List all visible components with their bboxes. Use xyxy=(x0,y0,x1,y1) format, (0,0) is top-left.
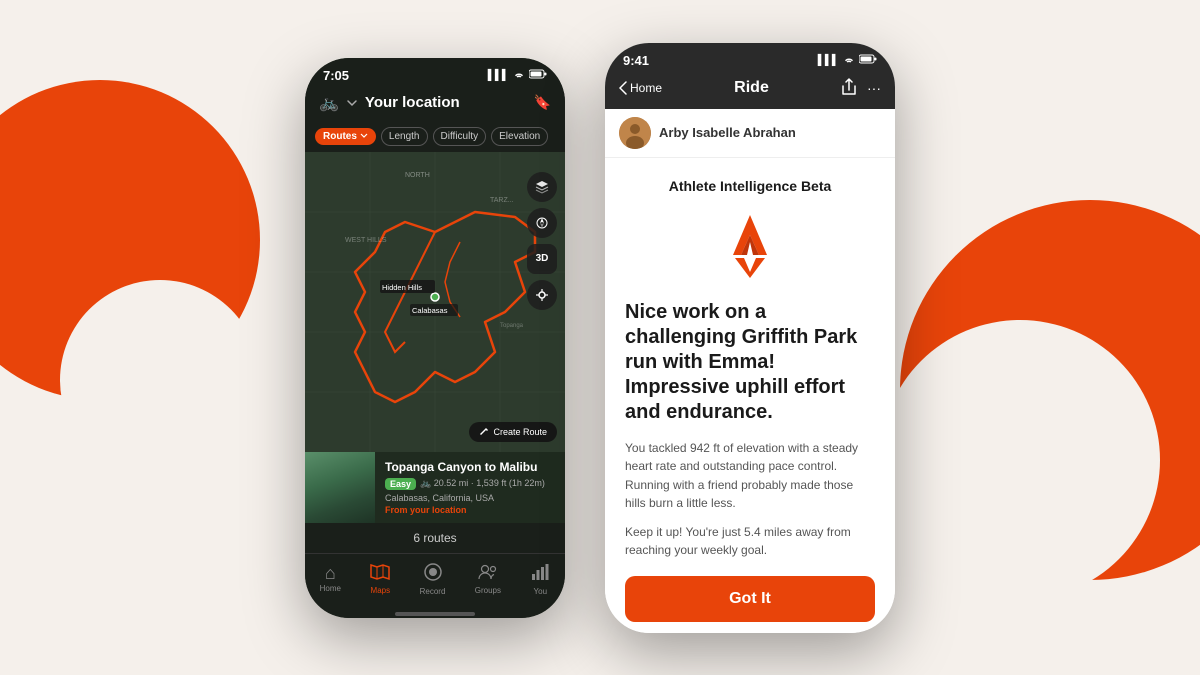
route-info: Topanga Canyon to Malibu Easy 🚲 20.52 mi… xyxy=(375,452,565,523)
right-wifi-icon xyxy=(843,54,855,67)
right-time: 9:41 xyxy=(623,53,649,68)
left-phone: 7:05 ▌▌▌ 🚲 Your location 🔖 xyxy=(305,58,565,618)
modal-body-1: You tackled 942 ft of elevation with a s… xyxy=(625,439,875,513)
length-filter[interactable]: Length xyxy=(381,127,428,146)
left-phone-header: 🚲 Your location 🔖 xyxy=(305,87,565,121)
groups-label: Groups xyxy=(475,586,501,595)
route-stats: 🚲 20.52 mi · 1,539 ft (1h 22m) xyxy=(420,478,545,489)
layers-button[interactable] xyxy=(527,172,557,202)
right-status-icons: ▌▌▌ xyxy=(818,54,877,67)
maps-label: Maps xyxy=(371,586,391,595)
3d-button[interactable]: 3D xyxy=(527,244,557,274)
bookmark-icon[interactable]: 🔖 xyxy=(534,94,551,111)
route-location: Calabasas, California, USA xyxy=(385,493,555,503)
ride-actions: ··· xyxy=(841,78,881,99)
you-icon xyxy=(530,562,550,585)
wifi-icon xyxy=(513,69,525,82)
header-left: 🚲 Your location xyxy=(319,93,460,113)
strava-logo xyxy=(715,210,785,280)
svg-text:TARZ...: TARZ... xyxy=(490,197,514,204)
bike-icon: 🚲 xyxy=(319,93,339,113)
left-header-title: Your location xyxy=(365,94,460,111)
difficulty-filter[interactable]: Difficulty xyxy=(433,127,487,146)
home-icon: ⌂ xyxy=(325,564,336,582)
right-phone: 9:41 ▌▌▌ Home Ride ··· xyxy=(605,43,895,633)
svg-text:Hidden Hills: Hidden Hills xyxy=(382,283,422,292)
more-icon[interactable]: ··· xyxy=(867,80,881,96)
maps-icon xyxy=(370,563,390,584)
create-route-button[interactable]: Create Route xyxy=(469,422,557,442)
locate-button[interactable] xyxy=(527,280,557,310)
route-thumbnail xyxy=(305,452,375,523)
share-icon[interactable] xyxy=(841,78,857,99)
record-label: Record xyxy=(420,587,446,596)
strava-logo-container xyxy=(625,210,875,280)
route-duration: 1h 22m xyxy=(512,478,542,488)
back-chevron-icon xyxy=(619,81,627,95)
avatar-svg xyxy=(619,117,651,149)
routes-dropdown-icon xyxy=(360,132,368,140)
record-icon xyxy=(423,562,443,585)
map-controls: 3D xyxy=(527,172,557,310)
bike-small-icon: 🚲 xyxy=(420,478,431,488)
nav-maps[interactable]: Maps xyxy=(370,563,390,595)
routes-filter[interactable]: Routes xyxy=(315,128,376,145)
routes-filter-label: Routes xyxy=(323,131,357,142)
route-elevation: 1,539 ft xyxy=(476,478,506,488)
pencil-icon xyxy=(479,427,489,437)
right-signal-icon: ▌▌▌ xyxy=(818,55,839,66)
elevation-filter[interactable]: Elevation xyxy=(491,127,548,146)
got-it-button[interactable]: Got It xyxy=(625,576,875,622)
route-title: Topanga Canyon to Malibu xyxy=(385,460,555,474)
right-battery-icon xyxy=(859,54,877,67)
back-label: Home xyxy=(630,81,662,95)
home-label: Home xyxy=(320,584,341,593)
you-label: You xyxy=(534,587,548,596)
map-svg: NORTH WEST HILLS TARZ... Topanga Hidden … xyxy=(305,152,565,452)
ride-header: Home Ride ··· xyxy=(605,72,895,109)
athlete-name: Arby Isabelle Abrahan xyxy=(659,125,796,140)
routes-count: 6 routes xyxy=(413,531,456,545)
left-status-icons: ▌▌▌ xyxy=(488,69,547,82)
bottom-nav: ⌂ Home Maps Record Groups xyxy=(305,553,565,608)
nav-home[interactable]: ⌂ Home xyxy=(320,564,341,593)
modal-title: Athlete Intelligence Beta xyxy=(625,178,875,194)
modal-body-2: Keep it up! You're just 5.4 miles away f… xyxy=(625,523,875,560)
left-time: 7:05 xyxy=(323,68,349,83)
athlete-bar: Arby Isabelle Abrahan xyxy=(605,109,895,158)
svg-text:NORTH: NORTH xyxy=(405,172,430,179)
nav-record[interactable]: Record xyxy=(420,562,446,596)
right-status-bar: 9:41 ▌▌▌ xyxy=(605,43,895,72)
battery-icon xyxy=(529,69,547,82)
route-meta: Easy 🚲 20.52 mi · 1,539 ft (1h 22m) xyxy=(385,478,555,490)
share-feedback-button[interactable]: Share feedback xyxy=(625,622,875,632)
home-bar-left xyxy=(395,612,475,616)
route-distance: 20.52 mi xyxy=(434,478,469,488)
signal-icon: ▌▌▌ xyxy=(488,70,509,81)
athlete-avatar xyxy=(619,117,651,149)
modal-headline: Nice work on a challenging Griffith Park… xyxy=(625,300,875,425)
route-from: From your location xyxy=(385,505,555,515)
filter-bar: Routes Length Difficulty Elevation xyxy=(305,121,565,152)
groups-icon xyxy=(477,563,499,584)
left-home-indicator xyxy=(305,608,565,618)
ride-title: Ride xyxy=(734,79,769,97)
nav-groups[interactable]: Groups xyxy=(475,563,501,595)
nav-you[interactable]: You xyxy=(530,562,550,596)
route-thumbnail-img xyxy=(305,452,375,523)
content-wrapper: 7:05 ▌▌▌ 🚲 Your location 🔖 xyxy=(0,0,1200,675)
dropdown-icon xyxy=(345,96,359,110)
left-status-bar: 7:05 ▌▌▌ xyxy=(305,58,565,87)
compass-button[interactable] xyxy=(527,208,557,238)
map-area[interactable]: NORTH WEST HILLS TARZ... Topanga Hidden … xyxy=(305,152,565,452)
difficulty-badge: Easy xyxy=(385,478,416,490)
modal-card: Athlete Intelligence Beta Nice work on a… xyxy=(605,158,895,633)
routes-count-bar: 6 routes xyxy=(305,523,565,553)
svg-text:Calabasas: Calabasas xyxy=(412,306,448,315)
back-button[interactable]: Home xyxy=(619,81,662,95)
create-route-label: Create Route xyxy=(493,427,547,437)
svg-text:Topanga: Topanga xyxy=(500,323,524,329)
route-card[interactable]: Topanga Canyon to Malibu Easy 🚲 20.52 mi… xyxy=(305,452,565,523)
svg-text:WEST HILLS: WEST HILLS xyxy=(345,237,387,244)
